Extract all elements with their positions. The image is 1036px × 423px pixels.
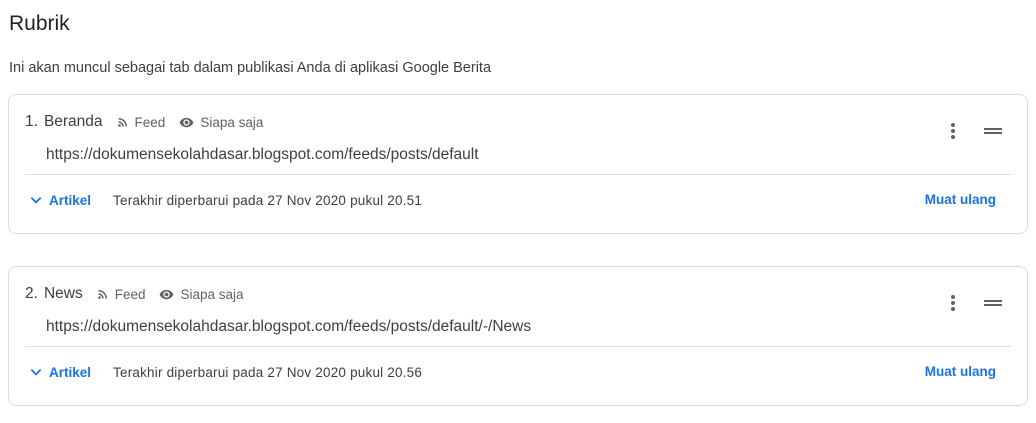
- section-number: 2.: [25, 285, 38, 302]
- expand-articles-label: Artikel: [49, 364, 92, 380]
- section-type: Feed: [97, 286, 146, 302]
- section-header: 2. News Feed Siapa saja: [25, 284, 258, 304]
- drag-handle[interactable]: [981, 291, 1005, 315]
- section-visibility: Siapa saja: [159, 286, 244, 302]
- page-description: Ini akan muncul sebagai tab dalam publik…: [9, 60, 492, 76]
- more-options-button[interactable]: [941, 119, 965, 143]
- section-footer: Artikel Terakhir diperbarui pada 27 Nov …: [25, 361, 422, 383]
- section-number: 1.: [25, 113, 38, 130]
- sections-page: Rubrik Ini akan muncul sebagai tab dalam…: [0, 0, 1036, 423]
- drag-handle[interactable]: [981, 119, 1005, 143]
- last-updated-text: Terakhir diperbarui pada 27 Nov 2020 puk…: [113, 364, 423, 380]
- last-updated-text: Terakhir diperbarui pada 27 Nov 2020 puk…: [113, 192, 423, 208]
- section-visibility-label: Siapa saja: [180, 286, 244, 302]
- more-vert-icon: [951, 123, 955, 139]
- more-vert-icon: [951, 295, 955, 311]
- section-name: Beranda: [43, 113, 103, 130]
- section-type-label: Feed: [114, 286, 146, 302]
- section-type: Feed: [117, 114, 166, 130]
- chevron-down-icon: [30, 197, 42, 204]
- section-visibility-label: Siapa saja: [200, 114, 264, 130]
- card-divider: [25, 346, 1011, 347]
- eye-icon: [160, 289, 174, 299]
- expand-articles-label: Artikel: [49, 192, 92, 208]
- chevron-down-icon: [30, 369, 42, 376]
- section-header: 1. Beranda Feed Siapa saja: [25, 112, 277, 132]
- card-divider: [25, 174, 1011, 175]
- section-visibility: Siapa saja: [179, 115, 263, 130]
- reload-button[interactable]: Muat ulang: [925, 189, 996, 211]
- section-footer: Artikel Terakhir diperbarui pada 27 Nov …: [25, 189, 422, 211]
- rss-icon: [97, 290, 107, 299]
- section-name: News: [43, 285, 83, 302]
- drag-handle-icon: [984, 128, 1002, 134]
- expand-articles-button[interactable]: Artikel: [29, 365, 91, 380]
- eye-icon: [179, 117, 194, 127]
- rss-icon: [117, 118, 127, 127]
- page-title: Rubrik: [9, 12, 70, 35]
- section-card-beranda: 1. Beranda Feed Siapa saja https://dokum…: [8, 94, 1028, 234]
- section-card-news: 2. News Feed Siapa saja https://dokumens…: [8, 266, 1028, 406]
- section-type-label: Feed: [134, 114, 166, 130]
- reload-button[interactable]: Muat ulang: [925, 361, 996, 383]
- section-feed-url: https://dokumensekolahdasar.blogspot.com…: [46, 318, 532, 335]
- expand-articles-button[interactable]: Artikel: [29, 193, 91, 208]
- section-feed-url: https://dokumensekolahdasar.blogspot.com…: [46, 146, 479, 163]
- more-options-button[interactable]: [941, 291, 965, 315]
- drag-handle-icon: [984, 300, 1002, 306]
